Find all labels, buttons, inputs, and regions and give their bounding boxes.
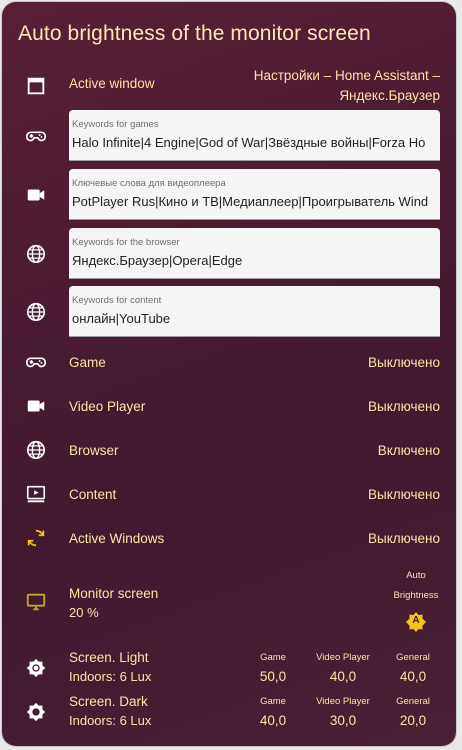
screen-light-general-col[interactable]: General 40,0 <box>378 652 448 684</box>
screen-dark-general-header: General <box>396 696 430 707</box>
screen-light-label: Screen. Light <box>69 650 149 665</box>
screen-dark-game-header: Game <box>260 696 286 707</box>
video-keywords-field[interactable]: Ключевые слова для видеоплеера PotPlayer… <box>69 169 440 220</box>
content-state-label: Content <box>69 487 117 502</box>
brightness-light-icon <box>24 656 48 680</box>
sync-icon <box>24 526 48 550</box>
monitor-icon <box>24 590 48 614</box>
video-player-state-label: Video Player <box>69 399 146 414</box>
screen-dark-lux: Indoors: 6 Lux <box>69 713 152 728</box>
active-window-row[interactable]: Active window Настройки – Home Assistant… <box>2 68 456 104</box>
games-keywords-label: Keywords for games <box>72 119 159 130</box>
video-camera-icon <box>24 394 48 418</box>
browser-state-label: Browser <box>69 443 119 458</box>
screen-light-video-col[interactable]: Video Player 40,0 <box>308 652 378 684</box>
screen-dark-game-value: 40,0 <box>259 713 287 728</box>
active-windows-state-value: Выключено <box>368 531 440 546</box>
content-state-value: Выключено <box>368 487 440 502</box>
screen-light-video-header: Video Player <box>316 652 370 663</box>
screen-light-general-value: 40,0 <box>399 669 427 684</box>
auto-brightness-line2: Brightness <box>393 590 439 601</box>
screen-dark-game-col[interactable]: Game 40,0 <box>238 696 308 728</box>
screen-dark-label: Screen. Dark <box>69 694 148 709</box>
screen-dark-general-value: 20,0 <box>399 713 427 728</box>
game-state-value: Выключено <box>368 355 440 370</box>
active-windows-state-row[interactable]: Active Windows Выключено <box>2 524 456 554</box>
monitor-screen-row[interactable]: Monitor screen 20 % Auto Brightness A <box>2 564 456 638</box>
screen-light-game-header: Game <box>260 652 286 663</box>
content-state-row[interactable]: Content Выключено <box>2 480 456 510</box>
monitor-play-icon <box>24 482 48 506</box>
video-keywords-label: Ключевые слова для видеоплеера <box>72 178 226 189</box>
screen-dark-row[interactable]: Screen. Dark Indoors: 6 Lux Game 40,0 Vi… <box>2 690 456 734</box>
browser-state-row[interactable]: Browser Включено <box>2 436 456 466</box>
card-title: Auto brightness of the monitor screen <box>18 22 371 45</box>
screen-light-general-header: General <box>396 652 430 663</box>
screen-dark-video-header: Video Player <box>316 696 370 707</box>
video-keywords-row: Ключевые слова для видеоплеера PotPlayer… <box>2 169 456 221</box>
auto-brightness-badge-icon[interactable]: A <box>406 612 426 632</box>
auto-brightness-label: Auto Brightness <box>386 566 446 606</box>
browser-keywords-row: Keywords for the browser Яндекс.Браузер|… <box>2 228 456 280</box>
screen-dark-video-col[interactable]: Video Player 30,0 <box>308 696 378 728</box>
auto-brightness-line1: Auto <box>406 570 426 581</box>
active-windows-state-label: Active Windows <box>69 531 165 546</box>
game-state-label: Game <box>69 355 106 370</box>
game-state-row[interactable]: Game Выключено <box>2 348 456 378</box>
games-keywords-field[interactable]: Keywords for games Halo Infinite|4 Engin… <box>69 110 440 161</box>
content-keywords-field[interactable]: Keywords for content онлайн|YouTube <box>69 286 440 337</box>
screen-dark-general-col[interactable]: General 20,0 <box>378 696 448 728</box>
screen-light-game-col[interactable]: Game 50,0 <box>238 652 308 684</box>
video-player-state-value: Выключено <box>368 399 440 414</box>
monitor-screen-label: Monitor screen <box>69 586 159 601</box>
brightness-dark-icon <box>24 700 48 724</box>
globe-icon <box>24 300 48 324</box>
gamepad-icon <box>24 350 48 374</box>
video-keywords-input[interactable]: PotPlayer Rus|Кино и ТВ|Медиаплеер|Проиг… <box>72 194 428 209</box>
games-keywords-row: Keywords for games Halo Infinite|4 Engin… <box>2 110 456 162</box>
browser-keywords-field[interactable]: Keywords for the browser Яндекс.Браузер|… <box>69 228 440 279</box>
screen-dark-video-value: 30,0 <box>329 713 357 728</box>
active-window-value-line2: Яндекс.Браузер <box>339 88 440 103</box>
window-icon <box>24 74 48 98</box>
games-keywords-input[interactable]: Halo Infinite|4 Engine|God of War|Звёздн… <box>72 135 428 150</box>
screen-light-game-value: 50,0 <box>259 669 287 684</box>
gamepad-icon <box>24 124 48 148</box>
screen-light-video-value: 40,0 <box>329 669 357 684</box>
browser-keywords-label: Keywords for the browser <box>72 237 180 248</box>
browser-keywords-input[interactable]: Яндекс.Браузер|Opera|Edge <box>72 253 428 268</box>
screen-light-row[interactable]: Screen. Light Indoors: 6 Lux Game 50,0 V… <box>2 646 456 690</box>
auto-brightness-badge-letter: A <box>412 615 420 626</box>
content-keywords-input[interactable]: онлайн|YouTube <box>72 311 428 326</box>
active-window-value-line1: Настройки – Home Assistant – <box>253 68 440 83</box>
active-window-label: Active window <box>69 76 155 91</box>
content-keywords-label: Keywords for content <box>72 295 162 306</box>
monitor-screen-percent: 20 % <box>69 605 99 620</box>
brightness-card: Auto brightness of the monitor screen Ac… <box>2 2 456 746</box>
globe-icon <box>24 242 48 266</box>
video-camera-icon <box>24 183 48 207</box>
globe-icon <box>24 438 48 462</box>
active-window-value: Настройки – Home Assistant – Яндекс.Брау… <box>254 66 440 106</box>
video-player-state-row[interactable]: Video Player Выключено <box>2 392 456 422</box>
browser-state-value: Включено <box>377 443 440 458</box>
screen-light-lux: Indoors: 6 Lux <box>69 669 152 684</box>
content-keywords-row: Keywords for content онлайн|YouTube <box>2 286 456 338</box>
